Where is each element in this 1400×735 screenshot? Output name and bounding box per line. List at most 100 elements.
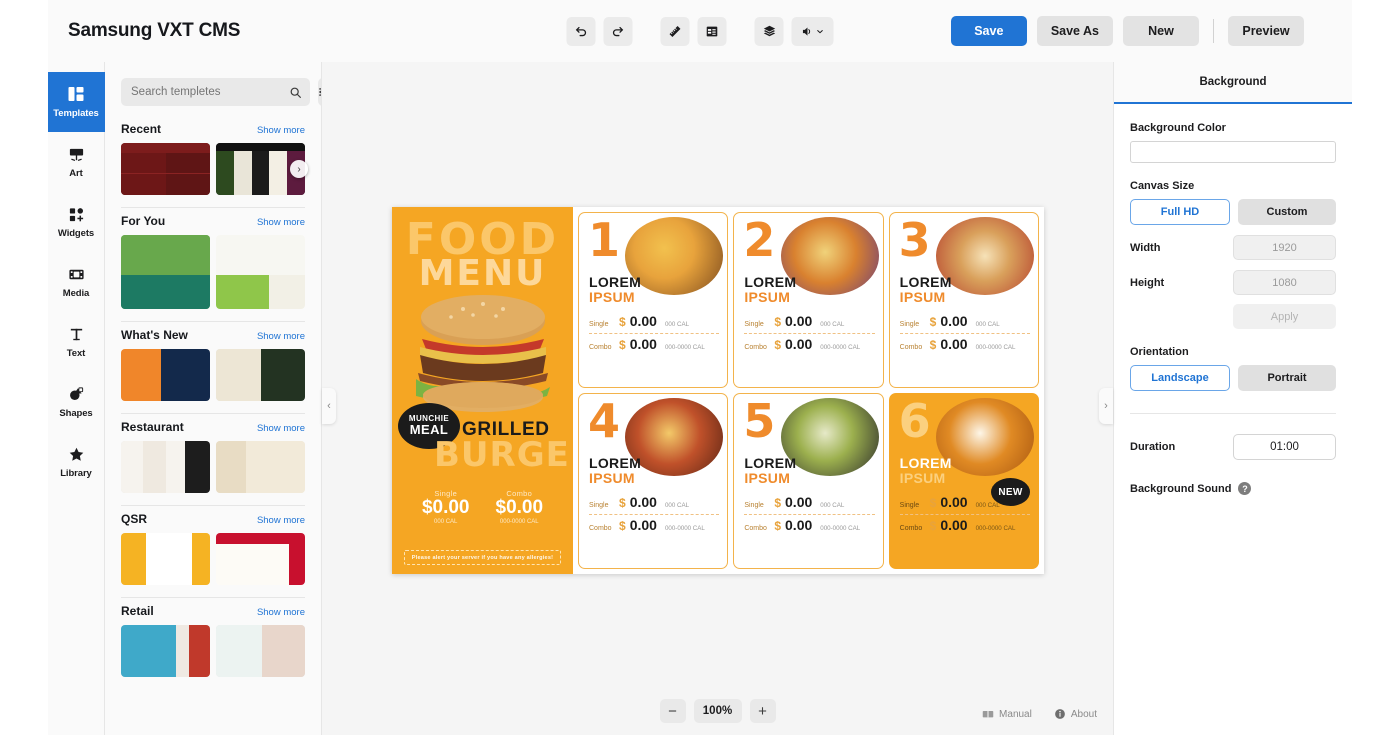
currency-symbol: $ xyxy=(929,338,937,352)
layers-button[interactable] xyxy=(754,16,784,46)
about-link[interactable]: About xyxy=(1054,708,1097,720)
orientation-portrait-button[interactable]: Portrait xyxy=(1238,365,1336,391)
window-left-edge xyxy=(0,0,48,735)
width-input[interactable]: 1920 xyxy=(1233,235,1336,260)
help-icon[interactable]: ? xyxy=(1238,482,1252,495)
background-sound-label: Background Sound xyxy=(1130,482,1232,495)
template-thumbnail[interactable] xyxy=(216,533,305,585)
menu-card[interactable]: 4 LOREM IPSUM Single $ 0.00 000 CAL Comb… xyxy=(578,393,729,569)
zoom-level-display[interactable]: 100% xyxy=(693,699,742,723)
template-thumbnail[interactable] xyxy=(121,533,210,585)
template-thumbnail[interactable] xyxy=(216,235,305,309)
collapse-right-panel-button[interactable]: › xyxy=(1099,388,1113,424)
card-title-line1: LOREM xyxy=(744,455,797,471)
duration-label: Duration xyxy=(1130,441,1176,453)
save-button[interactable]: Save xyxy=(950,16,1027,46)
sidebar-rail: Templates Art Widgets Media Text Shapes … xyxy=(47,62,105,735)
menu-card[interactable]: 5 LOREM IPSUM Single $ 0.00 000 CAL Comb… xyxy=(733,393,884,569)
card-number: 1 xyxy=(588,213,621,267)
properties-panel: Background Background Color Canvas Size … xyxy=(1113,62,1352,735)
price-label: Combo xyxy=(744,525,767,532)
price-calories: 000-0000 CAL xyxy=(975,344,1016,351)
size-custom-button[interactable]: Custom xyxy=(1238,199,1336,225)
menu-card[interactable]: 3 LOREM IPSUM Single $ 0.00 000 CAL Comb… xyxy=(888,212,1039,388)
price-calories: 000-0000 CAL xyxy=(664,344,705,351)
hero-title-line2: MENU xyxy=(418,252,547,294)
properties-divider xyxy=(1130,413,1336,414)
template-thumbnail[interactable] xyxy=(121,441,210,493)
show-more-link[interactable]: Show more xyxy=(257,515,305,526)
show-more-link[interactable]: Show more xyxy=(257,217,305,228)
save-as-button[interactable]: Save As xyxy=(1036,16,1113,46)
price-label: Single xyxy=(744,321,764,328)
height-row: Height 1080 xyxy=(1130,270,1336,295)
sidebar-item-widgets[interactable]: Widgets xyxy=(48,192,105,252)
search-input[interactable] xyxy=(131,86,285,98)
canvas-area: ‹ › FOOD MENU MUNCHIE MEAL GRILLED BURGE… xyxy=(322,62,1113,735)
menu-card[interactable]: 6 LOREM IPSUM NEW Single $ 0.00 000 CAL xyxy=(888,393,1039,569)
sidebar-item-templates[interactable]: Templates xyxy=(47,72,105,132)
size-full-hd-button[interactable]: Full HD xyxy=(1130,199,1230,225)
manual-book-icon xyxy=(982,711,994,718)
background-color-input[interactable] xyxy=(1130,141,1336,163)
price-calories: 000 CAL xyxy=(820,502,845,509)
zoom-out-button[interactable]: − xyxy=(659,699,686,723)
show-more-link[interactable]: Show more xyxy=(257,607,305,618)
section-title: For You xyxy=(121,214,166,228)
preview-button[interactable]: Preview xyxy=(1228,16,1304,46)
hero-panel[interactable]: FOOD MENU MUNCHIE MEAL GRILLED BURGE Sin… xyxy=(392,207,573,574)
design-canvas[interactable]: FOOD MENU MUNCHIE MEAL GRILLED BURGE Sin… xyxy=(392,207,1044,574)
template-thumbnail[interactable] xyxy=(121,143,210,195)
price-label: Single xyxy=(899,321,920,328)
price-label: Single xyxy=(744,502,764,509)
undo-button[interactable] xyxy=(566,16,596,46)
section-header: Restaurant Show more xyxy=(121,420,305,434)
sidebar-item-text[interactable]: Text xyxy=(48,312,105,372)
template-thumbnail[interactable] xyxy=(121,235,210,309)
duration-input[interactable]: 01:00 xyxy=(1233,434,1336,460)
redo-button[interactable] xyxy=(603,16,633,46)
card-title-line1: LOREM xyxy=(899,455,952,471)
carousel-next-button[interactable]: › xyxy=(290,160,308,178)
app-root: Samsung VXT CMS Save Save As New Preview… xyxy=(0,0,1400,735)
template-thumbnail[interactable] xyxy=(216,349,305,401)
template-thumbnail[interactable] xyxy=(121,349,210,401)
orientation-label: Orientation xyxy=(1130,346,1189,358)
background-sound-row: Background Sound ? xyxy=(1130,482,1336,495)
sidebar-item-art[interactable]: Art xyxy=(48,132,105,192)
show-more-link[interactable]: Show more xyxy=(257,331,305,342)
ruler-button[interactable] xyxy=(660,16,690,46)
templates-section-recent: Recent Show more › xyxy=(105,116,321,208)
price-calories: 000-0000 CAL xyxy=(820,344,861,351)
card-prices: Single $ 0.00 000 CAL Combo $ 0.00 000-0… xyxy=(589,313,720,355)
price-divider xyxy=(589,514,720,515)
apply-button[interactable]: Apply xyxy=(1233,304,1336,329)
new-button[interactable]: New xyxy=(1123,16,1199,46)
height-input[interactable]: 1080 xyxy=(1233,270,1336,295)
show-more-link[interactable]: Show more xyxy=(257,125,305,136)
show-more-link[interactable]: Show more xyxy=(257,423,305,434)
thumbnail-row xyxy=(121,625,305,677)
sidebar-item-library[interactable]: Library xyxy=(48,432,105,492)
orientation-landscape-button[interactable]: Landscape xyxy=(1130,365,1230,391)
zoom-in-button[interactable]: + xyxy=(749,699,776,723)
redo-icon xyxy=(612,26,624,36)
volume-button[interactable] xyxy=(791,16,834,46)
sidebar-item-shapes[interactable]: Shapes xyxy=(48,372,105,432)
sidebar-item-media[interactable]: Media xyxy=(48,252,105,312)
header-actions: Save Save As New Preview xyxy=(950,16,1304,46)
template-thumbnail[interactable] xyxy=(121,625,210,677)
menu-card[interactable]: 2 LOREM IPSUM Single $ 0.00 000 CAL Comb… xyxy=(733,212,884,388)
currency-symbol: $ xyxy=(619,519,626,533)
menu-card[interactable]: 1 LOREM IPSUM Single $ 0.00 000 CAL Comb… xyxy=(578,212,729,388)
section-header: For You Show more xyxy=(121,214,305,228)
template-thumbnail[interactable] xyxy=(216,625,305,677)
card-prices: Single $ 0.00 000 CAL Combo $ 0.00 000-0… xyxy=(899,494,1030,536)
tab-background[interactable]: Background xyxy=(1114,62,1352,104)
search-box[interactable] xyxy=(121,78,310,106)
manual-link[interactable]: Manual xyxy=(982,708,1032,720)
price-amount: 0.00 xyxy=(629,313,657,329)
grid-panel-button[interactable] xyxy=(697,16,727,46)
template-thumbnail[interactable] xyxy=(216,441,305,493)
collapse-left-panel-button[interactable]: ‹ xyxy=(322,388,336,424)
